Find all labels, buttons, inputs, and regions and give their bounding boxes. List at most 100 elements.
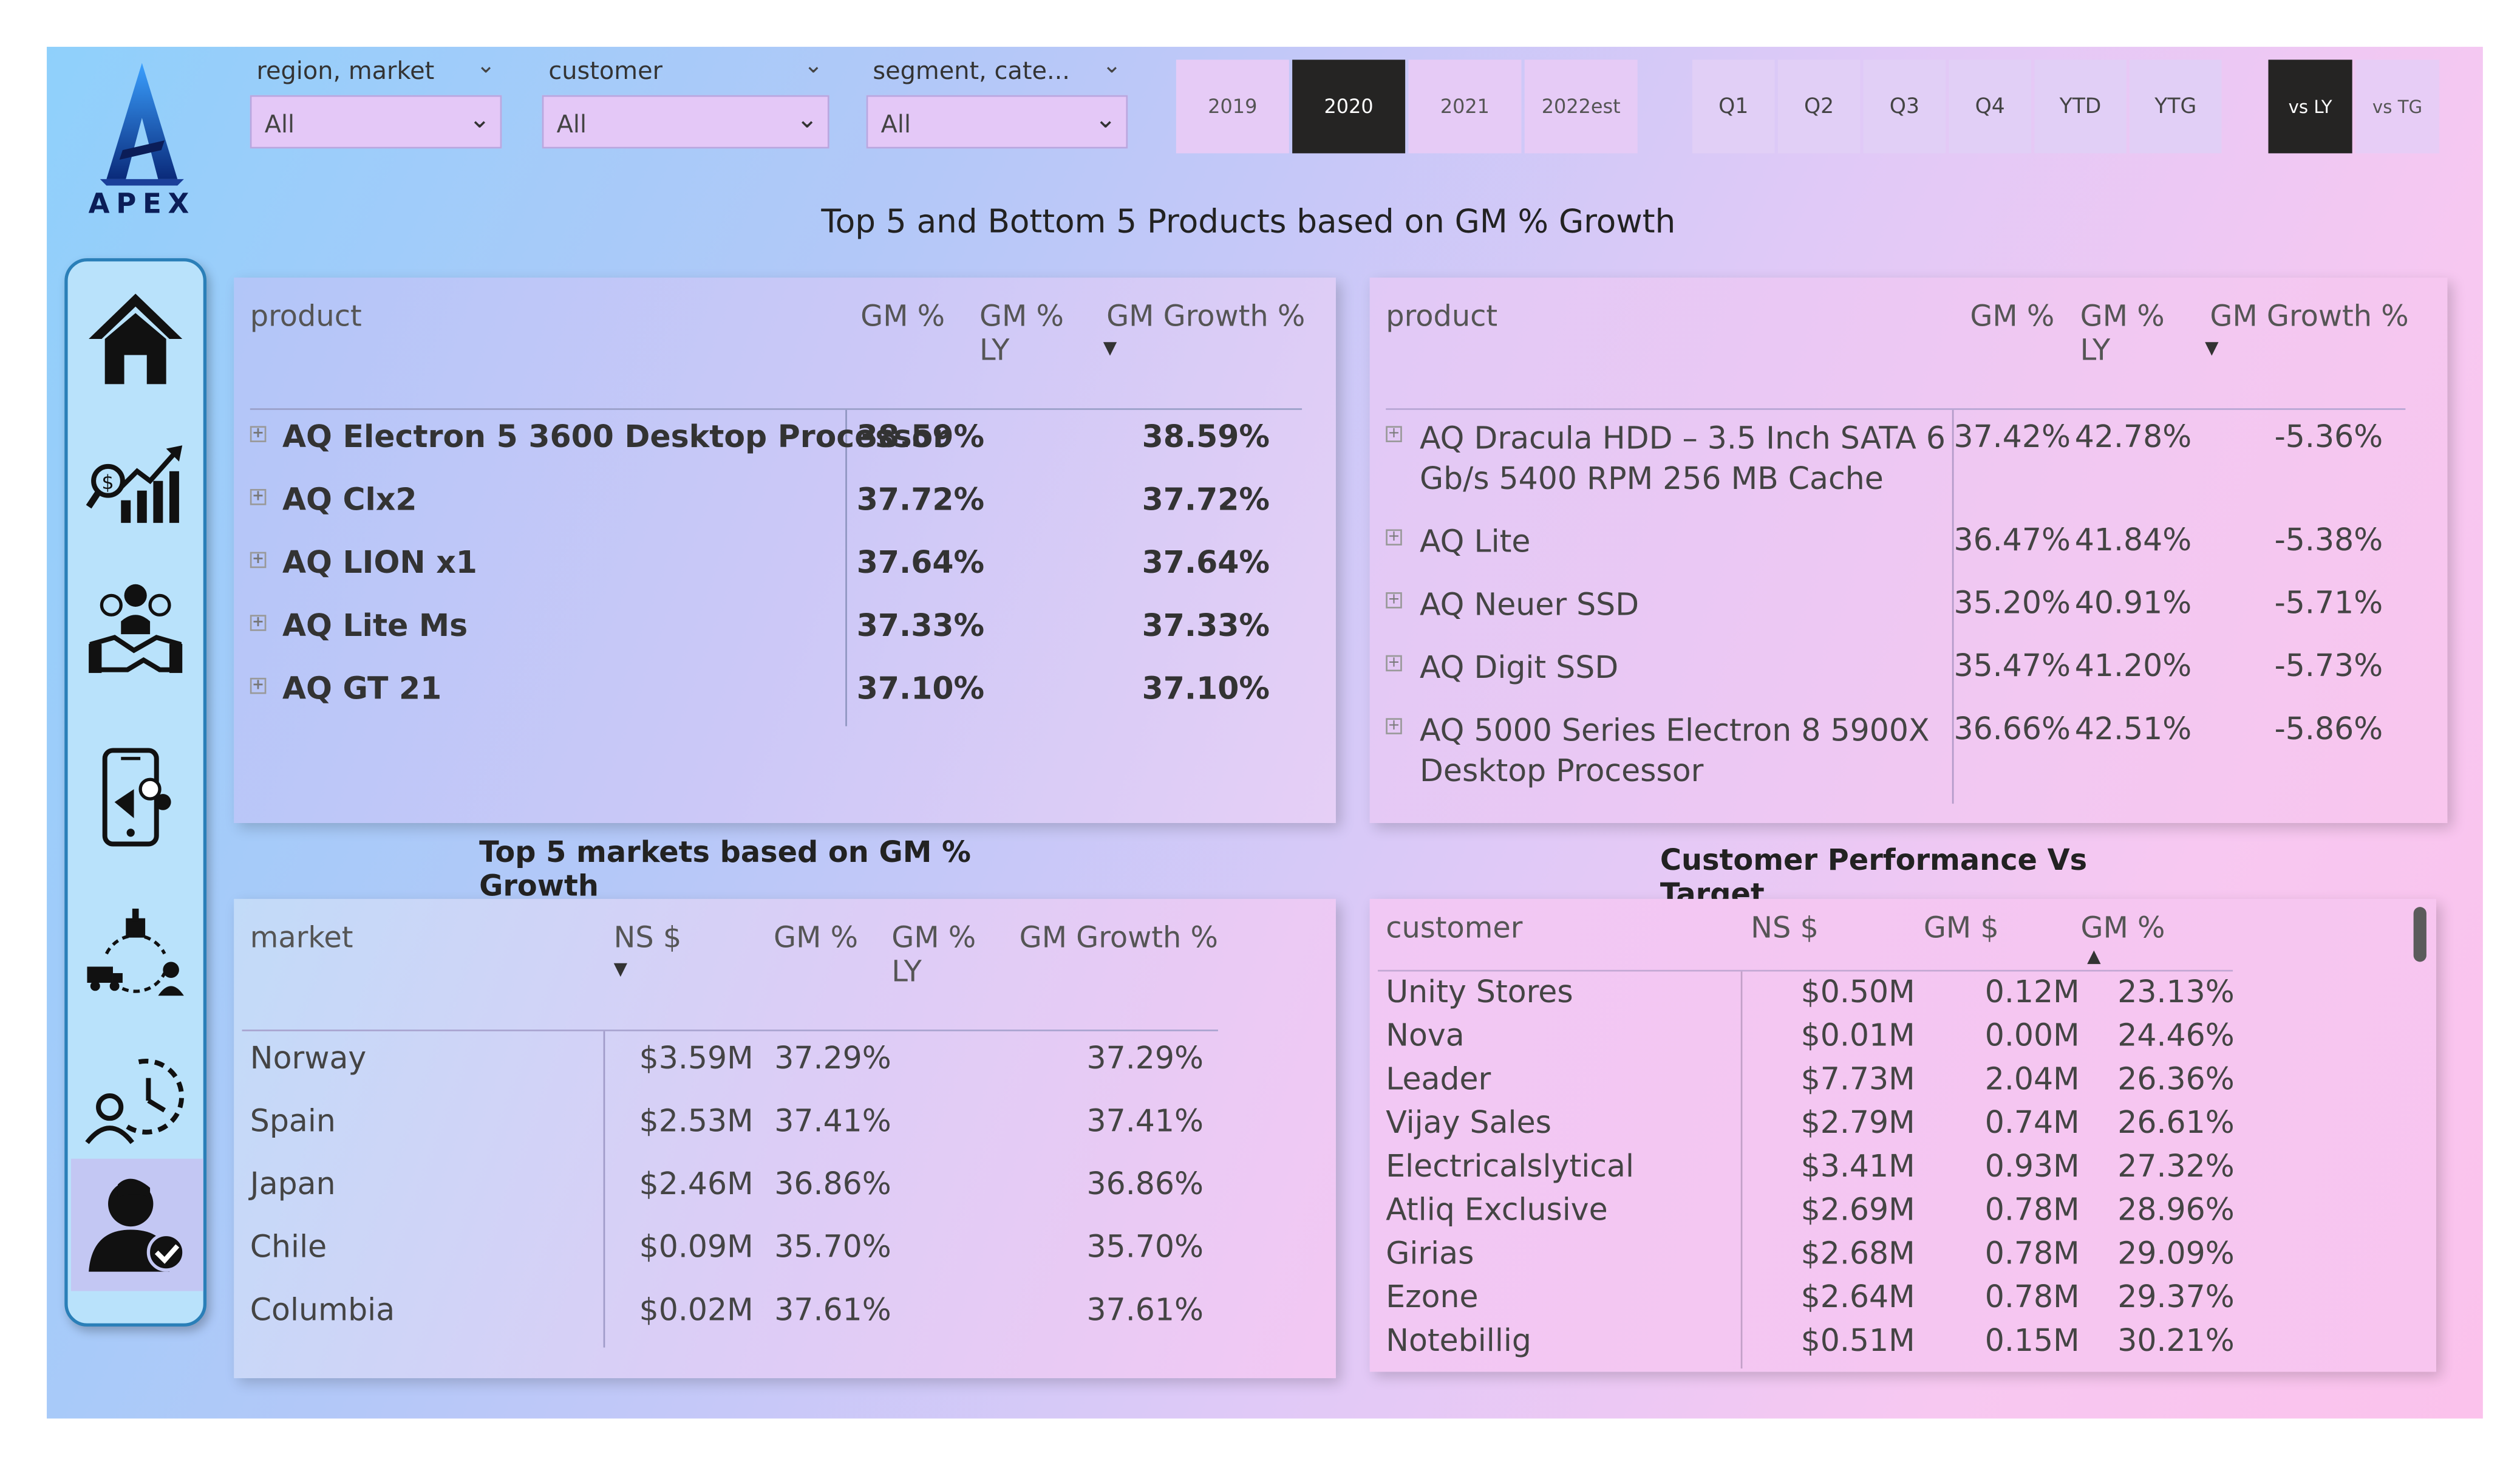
year-button-2021[interactable]: 2021 [1408,60,1522,154]
column-header-sorted[interactable]: GM Growth % ▼ [2205,300,2418,400]
expand-icon[interactable]: + [1386,529,1402,546]
table-row[interactable]: Norway $3.59M 37.29% 37.29% [250,1041,1218,1104]
expand-icon[interactable]: + [1386,426,1402,442]
column-header-sorted[interactable]: NS $ ▼ [614,921,772,1022]
compare-button-vs-tg[interactable]: vs TG [2355,60,2440,154]
table-row[interactable]: Girias $2.68M 0.78M 29.09% [1386,1233,2257,1277]
chevron-down-icon[interactable]: ⌄ [1102,53,1121,80]
column-header-sorted[interactable]: GM % ▲ [2081,912,2257,970]
supply-chain-icon [87,908,184,996]
slicer-segment-category[interactable]: segment, cate... ⌄ All ⌄ [866,50,1128,149]
nav-item-customer[interactable] [70,1158,203,1291]
sort-descending-icon: ▼ [613,958,628,980]
table-row[interactable]: Unity Stores $0.50M 0.12M 23.13% [1386,971,2257,1015]
gm-percent: 37.41% [774,1104,891,1140]
period-button-q4[interactable]: Q4 [1949,60,2031,154]
gm-percent: 36.86% [774,1166,891,1203]
chevron-down-icon[interactable]: ⌄ [804,53,823,80]
table-row[interactable]: Spain $2.53M 37.41% 37.41% [250,1104,1218,1167]
divider [250,408,1303,410]
expand-icon[interactable]: + [1386,592,1402,609]
column-header[interactable]: GM $ [1924,912,2081,970]
slicer-dropdown[interactable]: All ⌄ [866,95,1128,149]
customer-name: Ezone [1386,1279,1479,1316]
expand-icon[interactable]: + [1386,718,1402,734]
chevron-down-icon[interactable]: ⌄ [476,53,495,80]
table-row[interactable]: Notebillig $0.51M 0.15M 30.21% [1386,1320,2257,1364]
slicer-header[interactable]: region, market ⌄ [250,50,502,95]
nav-item-time[interactable] [71,1033,200,1162]
scrollbar-thumb[interactable] [2413,907,2426,962]
column-header[interactable]: GM % LY [979,300,1103,400]
slicer-customer[interactable]: customer ⌄ All ⌄ [542,50,829,149]
slicer-dropdown[interactable]: All ⌄ [542,95,829,149]
table-row[interactable]: Atliq Exclusive $2.69M 0.78M 28.96% [1386,1189,2257,1233]
year-button-2022est[interactable]: 2022est [1524,60,1638,154]
period-button-q3[interactable]: Q3 [1863,60,1946,154]
column-header[interactable]: GM Growth % [1008,921,1218,1022]
column-header[interactable]: product [250,300,853,400]
nav-item-marketing[interactable] [71,733,200,862]
table-row[interactable]: Japan $2.46M 36.86% 36.86% [250,1167,1218,1230]
table-row[interactable]: + AQ Neuer SSD 35.20% 40.91% -5.71% [1386,586,2418,649]
table-row[interactable]: + AQ Lite 36.47% 41.84% -5.38% [1386,523,2418,586]
column-header[interactable]: GM % LY [891,921,1008,1022]
period-button-ytd[interactable]: YTD [2034,60,2127,154]
gm-percent: 35.70% [774,1229,891,1265]
table-row[interactable]: + AQ 5000 Series Electron 8 5900X Desktop… [1386,712,2418,815]
table-row[interactable]: + AQ Dracula HDD – 3.5 Inch SATA 6 Gb/s 5… [1386,420,2418,523]
scrollbar[interactable] [2413,907,2426,1365]
period-button-q2[interactable]: Q2 [1777,60,1861,154]
canvas: APEX region, market ⌄ All ⌄ customer ⌄ A… [0,0,2520,1459]
product-label: AQ GT 21 [282,671,442,707]
column-header[interactable]: GM % [853,300,979,400]
table-row[interactable]: + AQ GT 21 37.10% 37.10% [250,671,1315,734]
expand-icon[interactable]: + [250,552,267,569]
slicer-header[interactable]: customer ⌄ [542,50,829,95]
market-name: Norway [250,1040,367,1077]
table-row[interactable]: Leader $7.73M 2.04M 26.36% [1386,1059,2257,1102]
table-row[interactable]: Vijay Sales $2.79M 0.74M 26.61% [1386,1102,2257,1146]
column-header-sorted[interactable]: GM Growth % ▼ [1103,300,1315,400]
table-row[interactable]: + AQ Clx2 37.72% 37.72% [250,482,1315,545]
table-row[interactable]: Columbia $0.02M 37.61% 37.61% [250,1293,1218,1356]
markets-rows: Norway $3.59M 37.29% 37.29% Spain $2.53M 37.41… [250,1041,1218,1356]
gm-percent-ly: 42.78% [2074,419,2192,456]
table-row[interactable]: + AQ Electron 5 3600 Desktop Processor 38.… [250,420,1315,483]
period-button-q1[interactable]: Q1 [1692,60,1775,154]
period-button-ytg[interactable]: YTG [2130,60,2222,154]
nav-item-home[interactable] [71,275,200,404]
column-header[interactable]: GM % LY [2080,300,2205,400]
year-button-2020[interactable]: 2020 [1292,60,1406,154]
table-row[interactable]: Chile $0.09M 35.70% 35.70% [250,1230,1218,1293]
table-row[interactable]: + AQ LION x1 37.64% 37.64% [250,545,1315,609]
nav-item-finance[interactable]: $ [71,420,200,549]
table-row[interactable]: Nova $0.01M 0.00M 24.46% [1386,1015,2257,1059]
nav-item-sales[interactable] [71,565,200,694]
table-row[interactable]: + AQ Digit SSD 35.47% 41.20% -5.73% [1386,649,2418,712]
compare-button-vs-ly[interactable]: vs LY [2268,60,2352,154]
column-header[interactable]: market [250,921,614,1022]
table-row[interactable]: Ezone $2.64M 0.78M 29.37% [1386,1277,2257,1321]
expand-icon[interactable]: + [250,426,267,442]
gm-growth-percent: 37.33% [1142,608,1270,644]
customer-name: Leader [1386,1062,1491,1098]
nav-item-supply-chain[interactable] [71,891,200,1020]
column-header[interactable]: GM % [1962,300,2080,400]
slicer-region-market[interactable]: region, market ⌄ All ⌄ [250,50,502,149]
year-button-2019[interactable]: 2019 [1176,60,1289,154]
slicer-dropdown[interactable]: All ⌄ [250,95,502,149]
expand-icon[interactable]: + [250,489,267,505]
column-header[interactable]: NS $ [1751,912,1924,970]
gm-growth-percent: 36.86% [1086,1166,1204,1203]
column-header[interactable]: GM % [772,921,891,1022]
expand-icon[interactable]: + [250,677,267,694]
gm-percent: 23.13% [2117,974,2235,1011]
column-header[interactable]: product [1386,300,1962,400]
column-header[interactable]: customer [1386,912,1751,970]
expand-icon[interactable]: + [250,615,267,631]
slicer-header[interactable]: segment, cate... ⌄ [867,50,1128,95]
table-row[interactable]: Electricalslytical $3.41M 0.93M 27.32% [1386,1146,2257,1189]
table-row[interactable]: + AQ Lite Ms 37.33% 37.33% [250,609,1315,672]
expand-icon[interactable]: + [1386,655,1402,672]
